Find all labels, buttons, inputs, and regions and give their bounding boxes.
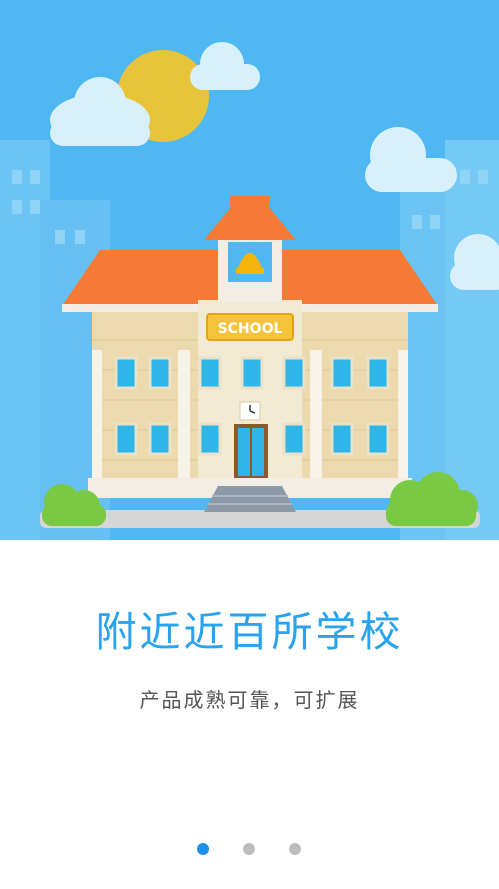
school-sign-text: SCHOOL [218, 321, 283, 337]
onboarding-subtitle: 产品成熟可靠，可扩展 [139, 688, 360, 712]
tower-roof [204, 206, 296, 240]
cloud-icon [365, 127, 457, 192]
page-dot-3[interactable] [289, 843, 301, 855]
cloud-icon [190, 42, 260, 90]
school-illustration: SCHOOL [0, 42, 499, 540]
onboarding-title: 附近近百所学校 [95, 608, 404, 656]
page-dot-1[interactable] [197, 843, 209, 855]
page-dot-2[interactable] [243, 843, 255, 855]
page-indicator [0, 843, 499, 859]
hero-illustration: SCHOOL [0, 0, 499, 540]
steps [204, 486, 296, 512]
